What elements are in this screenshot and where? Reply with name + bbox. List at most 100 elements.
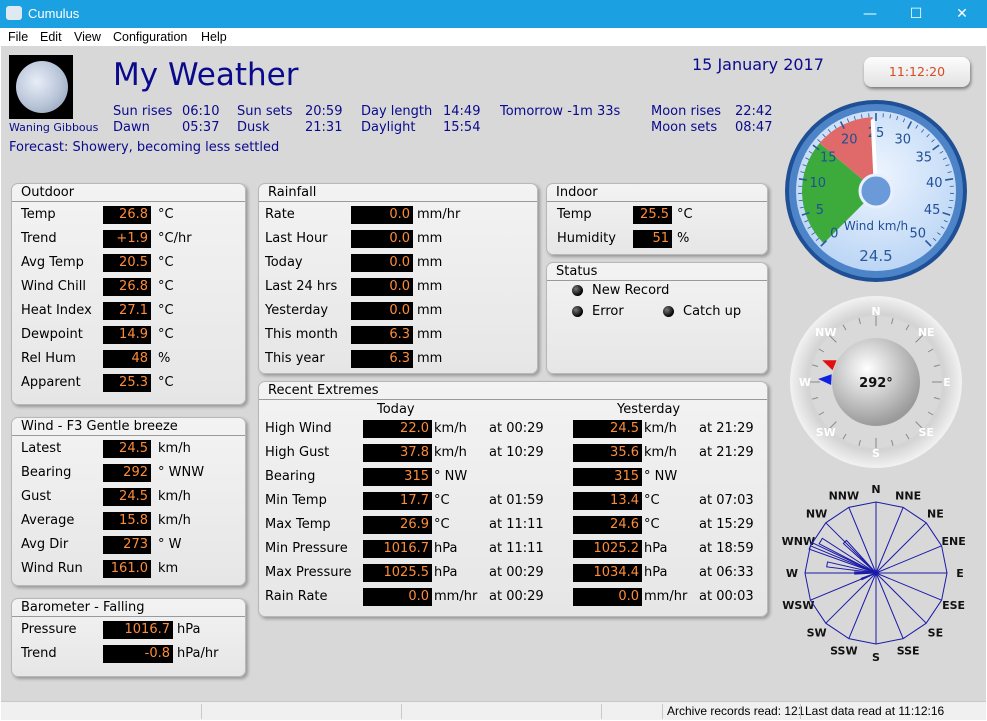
window-title: Cumulus [28, 6, 80, 21]
gauge-tick-label: 15 [820, 150, 837, 165]
moon-rises-label: Moon rises [651, 104, 721, 119]
wind-row-label: Avg Dir [21, 537, 69, 552]
extremes-row-label: Bearing [265, 469, 316, 484]
extremes-row-label: Max Temp [265, 517, 331, 532]
extremes-yesterday-unit: hPa [644, 541, 668, 556]
new-record-label: New Record [592, 283, 670, 298]
extremes-today-value: 22.0 [363, 420, 432, 438]
indoor-row-value: 25.5 [633, 206, 672, 224]
outdoor-row-value: +1.9 [103, 230, 151, 248]
outdoor-row-label: Heat Index [21, 303, 92, 318]
outdoor-row-unit: °C [158, 279, 174, 294]
extremes-panel-title: Recent Extremes [259, 382, 767, 400]
extremes-yesterday-time: at 15:29 [699, 517, 754, 532]
menu-edit[interactable]: Edit [40, 30, 62, 44]
moon-rises-value: 22:42 [735, 104, 773, 119]
new-record-led-icon [572, 285, 583, 296]
app-cloud-icon [6, 6, 22, 20]
sun-sets-label: Sun sets [237, 104, 293, 119]
extremes-yesterday-unit: hPa [644, 565, 668, 580]
menu-view[interactable]: View [74, 30, 101, 44]
extremes-today-unit: ° NW [434, 469, 468, 484]
rose-point-label: NW [806, 508, 827, 521]
wind-speed-gauge: 05 10 15 20 25 3035 40 45 50Wind km/h 24.5 [785, 100, 967, 282]
menu-file[interactable]: File [8, 30, 28, 44]
rainfall-row-unit: mm [417, 279, 443, 294]
rainfall-row-label: Yesterday [265, 303, 329, 318]
outdoor-row-unit: % [158, 351, 171, 366]
menu-help[interactable]: Help [201, 30, 227, 44]
extremes-yesterday-value: 1025.2 [573, 540, 642, 558]
error-led-icon [572, 306, 583, 317]
compass-point-label: SE [918, 426, 933, 439]
gauge-readout: 24.5 [859, 247, 892, 265]
rose-petal [826, 561, 877, 574]
compass-point-label: W [799, 376, 811, 389]
extremes-yesterday-unit: °C [644, 517, 660, 532]
wind-row-unit: km/h [158, 489, 191, 504]
rose-point-label: S [872, 651, 880, 664]
rainfall-row-unit: mm [417, 231, 443, 246]
outdoor-row-unit: °C [158, 327, 174, 342]
wind-compass: N NE E SE S SW W NW 292° [790, 296, 962, 468]
outdoor-row-label: Apparent [21, 375, 81, 390]
menu-configuration[interactable]: Configuration [113, 30, 187, 44]
barometer-row-unit: hPa/hr [177, 646, 219, 661]
rainfall-row-unit: mm [417, 255, 443, 270]
extremes-yesterday-time: at 18:59 [699, 541, 754, 556]
rose-point-label: E [956, 567, 964, 580]
rose-spoke [825, 522, 877, 574]
extremes-row-label: Rain Rate [265, 589, 328, 604]
extremes-today-unit: km/h [434, 421, 467, 436]
moon-phase-image [9, 55, 73, 119]
wind-rose-chart: N NNENEENEEESESESSESSSWSWWSWWWNWNWNNW [782, 483, 966, 664]
extremes-today-unit: hPa [434, 541, 458, 556]
gauge-tick-label: 45 [924, 203, 941, 218]
rose-point-label: W [786, 567, 798, 580]
rose-point-label: ESE [942, 599, 965, 612]
rainfall-row-value: 0.0 [351, 254, 413, 272]
rainfall-row-unit: mm [417, 327, 443, 342]
extremes-yesterday-header: Yesterday [617, 402, 681, 417]
rose-point-label: SSE [897, 645, 920, 658]
extremes-row-label: High Wind [265, 421, 332, 436]
extremes-row-label: Min Temp [265, 493, 327, 508]
rainfall-row-label: This year [265, 351, 325, 366]
compass-point-label: NE [918, 326, 935, 339]
extremes-today-value: 315 [363, 468, 432, 486]
archive-records-label: Archive records read: 121 [667, 704, 805, 718]
rainfall-row-value: 6.3 [351, 350, 413, 368]
outdoor-row-value: 20.5 [103, 254, 151, 272]
gauge-tick-label: 10 [809, 176, 826, 191]
indoor-row-unit: °C [677, 207, 693, 222]
wind-row-unit: ° WNW [158, 465, 205, 480]
outdoor-row-unit: °C [158, 303, 174, 318]
extremes-yesterday-value: 13.4 [573, 492, 642, 510]
sun-rises-label: Sun rises [113, 104, 173, 119]
wind-row-value: 24.5 [103, 440, 151, 458]
wind-row-label: Wind Run [21, 561, 83, 576]
extremes-yesterday-value: 1034.4 [573, 564, 642, 582]
rainfall-row-label: Last Hour [265, 231, 328, 246]
extremes-row-label: Min Pressure [265, 541, 348, 556]
daylight-label: Daylight [361, 120, 416, 135]
status-panel-title: Status [547, 263, 767, 281]
extremes-row-label: High Gust [265, 445, 330, 460]
rose-spoke [875, 572, 927, 624]
dawn-value: 05:37 [182, 120, 220, 135]
extremes-today-value: 1025.5 [363, 564, 432, 582]
extremes-today-value: 37.8 [363, 444, 432, 462]
extremes-yesterday-value: 24.5 [573, 420, 642, 438]
rainfall-row-label: Rate [265, 207, 295, 222]
extremes-today-time: at 00:29 [489, 421, 544, 436]
wind-row-label: Gust [21, 489, 52, 504]
maximize-button[interactable]: ☐ [893, 0, 939, 28]
extremes-today-unit: °C [434, 493, 450, 508]
extremes-today-time: at 11:11 [489, 517, 544, 532]
minimize-button[interactable]: — [847, 0, 893, 28]
catch-up-led-icon [663, 306, 674, 317]
close-button[interactable]: ✕ [939, 0, 985, 28]
rainfall-row-value: 0.0 [351, 278, 413, 296]
extremes-yesterday-value: 24.6 [573, 516, 642, 534]
rainfall-row-label: Today [265, 255, 303, 270]
